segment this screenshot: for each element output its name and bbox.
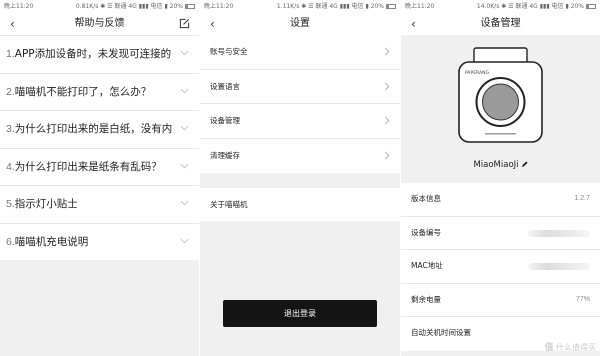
info-value: 77% [575, 295, 590, 303]
settings-item-clear-cache[interactable]: 清理缓存 [200, 139, 400, 174]
chevron-right-icon [384, 82, 390, 90]
faq-number: 6. [6, 235, 15, 248]
faq-number: 5. [6, 198, 15, 210]
page-title: 设置 [290, 18, 310, 29]
settings-item-language[interactable]: 设置语言 [200, 70, 400, 104]
redacted-value [528, 229, 590, 237]
settings-item-label: 设置语言 [210, 81, 240, 91]
faq-question: 为什么打印出来的是白纸，没有内 [14, 123, 173, 135]
settings-item-label: 设备管理 [210, 116, 240, 125]
info-label: 剩余电量 [411, 294, 441, 304]
watermark-text: 什么值得买 [556, 343, 596, 352]
info-label: 版本信息 [411, 194, 441, 203]
settings-list: 账号与安全 设置语言 设备管理 清理缓存 [200, 35, 400, 173]
watermark: 值 什么值得买 [544, 340, 596, 353]
info-label: 设备编号 [411, 227, 441, 237]
status-indicators: 0.81K/s ✱ ☰ 联通 4G ▮▮▮ 电信 ▮ 20% [75, 3, 183, 10]
info-row-battery: 剩余电量 77% [401, 284, 600, 318]
chevron-down-icon [180, 125, 189, 131]
faq-number: 4. [6, 160, 15, 173]
status-indicators: 1.11K/s ✱ ☰ 联通 4G ▮▮▮ 电信 ▮ 20% [276, 3, 384, 10]
about-group: 关于喵喵机 [200, 188, 400, 221]
settings-screen: 晚上11:20 1.11K/s ✱ ☰ 联通 4G ▮▮▮ 电信 ▮ 20% ‹… [200, 0, 400, 356]
device-header: PAPERANG MiaoMiaoJi [401, 35, 600, 178]
chevron-down-icon [180, 88, 189, 93]
pencil-icon[interactable] [521, 161, 528, 168]
info-value: 1.2.7 [574, 195, 590, 202]
faq-item-5[interactable]: 5.指示灯小贴士 [0, 185, 199, 223]
faq-question: 为什么打印出来是纸条有乱码？ [14, 160, 162, 173]
info-label: 自动关机时间设置 [411, 328, 471, 338]
chevron-right-icon [384, 116, 390, 125]
settings-item-label: 清理缓存 [210, 150, 240, 160]
chevron-down-icon [180, 200, 189, 206]
device-name: MiaoMiaoJi [473, 160, 519, 170]
info-label: MAC地址 [411, 261, 443, 271]
chevron-down-icon [180, 238, 189, 243]
edit-icon[interactable] [179, 18, 190, 29]
info-row-mac: MAC地址 [401, 250, 600, 284]
faq-question: 喵喵机充电说明 [14, 235, 89, 248]
battery-icon [386, 4, 396, 9]
faq-item-3[interactable]: 3.为什么打印出来的是白纸，没有内 [0, 110, 199, 148]
info-row-device-id: 设备编号 [401, 217, 600, 251]
status-time: 晚上11:20 [4, 3, 34, 10]
faq-question: 喵喵机不能打印了，怎么办？ [14, 85, 152, 98]
faq-question: APP添加设备时，未发现可连接的 [14, 48, 172, 60]
faq-item-4[interactable]: 4.为什么打印出来是纸条有乱码？ [0, 147, 199, 186]
battery-icon [185, 4, 195, 9]
page-title: 帮助与反馈 [74, 18, 125, 29]
nav-bar: ‹ 设备管理 [401, 13, 600, 35]
chevron-down-icon [180, 50, 189, 56]
settings-item-device-management[interactable]: 设备管理 [200, 104, 400, 139]
faq-item-2[interactable]: 2.喵喵机不能打印了，怎么办？ [0, 72, 199, 111]
faq-number: 1. [6, 48, 15, 60]
page-title: 设备管理 [480, 18, 521, 29]
nav-bar: ‹ 设置 [200, 13, 400, 35]
status-bar: 晚上11:20 1.11K/s ✱ ☰ 联通 4G ▮▮▮ 电信 ▮ 20% [200, 0, 400, 13]
chevron-right-icon [384, 47, 390, 56]
status-bar: 晚上11:20 14.0K/s ✱ ☰ 联通 4G ▮▮▮ 电信 ▮ 20% [401, 0, 600, 13]
device-brand-text: PAPERANG [465, 70, 489, 76]
settings-item-account-security[interactable]: 账号与安全 [200, 35, 400, 70]
help-feedback-screen: 晚上11:20 0.81K/s ✱ ☰ 联通 4G ▮▮▮ 电信 ▮ 20% ‹… [0, 0, 199, 356]
watermark-logo: 值 [544, 343, 554, 353]
faq-question: 指示灯小贴士 [14, 198, 78, 210]
chevron-down-icon [180, 163, 189, 168]
nav-bar: ‹ 帮助与反馈 [0, 13, 199, 35]
settings-item-label: 关于喵喵机 [210, 200, 248, 209]
status-bar: 晚上11:20 0.81K/s ✱ ☰ 联通 4G ▮▮▮ 电信 ▮ 20% [0, 0, 199, 13]
info-row-version: 版本信息 1.2.7 [401, 183, 600, 217]
faq-item-6[interactable]: 6.喵喵机充电说明 [0, 222, 199, 261]
faq-item-1[interactable]: 1.APP添加设备时，未发现可连接的 [0, 35, 199, 73]
faq-number: 2. [6, 85, 15, 98]
faq-number: 3. [6, 123, 15, 135]
battery-icon [586, 4, 596, 9]
redacted-value [528, 263, 590, 271]
status-indicators: 14.0K/s ✱ ☰ 联通 4G ▮▮▮ 电信 ▮ 20% [476, 3, 584, 10]
chevron-right-icon [384, 151, 390, 159]
device-info-list: 版本信息 1.2.7 设备编号 MAC地址 剩余电量 77% 自动关机时间设置 [401, 183, 600, 351]
device-management-screen: 晚上11:20 14.0K/s ✱ ☰ 联通 4G ▮▮▮ 电信 ▮ 20% ‹… [401, 0, 600, 356]
settings-item-label: 账号与安全 [210, 47, 248, 56]
faq-list: 1.APP添加设备时，未发现可连接的 2.喵喵机不能打印了，怎么办？ 3.为什么… [0, 35, 199, 260]
logout-button[interactable]: 退出登录 [223, 300, 377, 327]
settings-item-about[interactable]: 关于喵喵机 [200, 188, 400, 221]
status-time: 晚上11:20 [204, 3, 234, 10]
printer-illustration: PAPERANG [458, 47, 543, 143]
status-time: 晚上11:20 [405, 3, 435, 10]
